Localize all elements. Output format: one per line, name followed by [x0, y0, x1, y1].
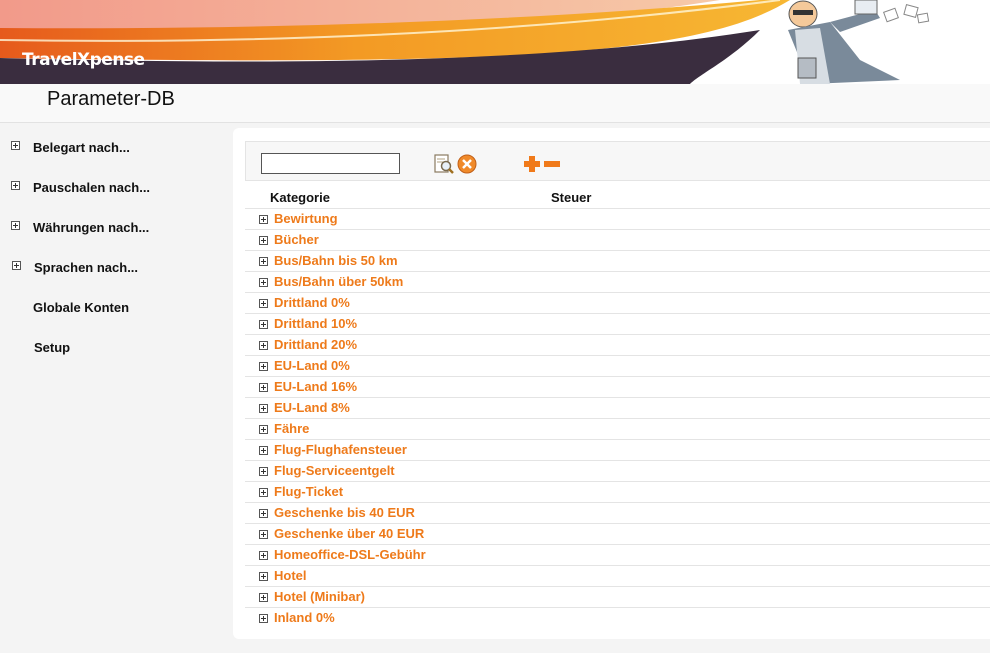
table-row[interactable]: Bewirtung [245, 208, 990, 229]
page-title: Parameter-DB [47, 88, 175, 110]
app-logo: TravelXpense [22, 50, 145, 70]
row-label[interactable]: EU-Land 0% [274, 358, 350, 373]
row-label[interactable]: Bus/Bahn über 50km [274, 274, 403, 289]
table-row[interactable]: Hotel (Minibar) [245, 586, 990, 607]
row-label[interactable]: Bücher [274, 232, 319, 247]
column-header-steuer[interactable]: Steuer [551, 190, 591, 205]
row-label[interactable]: Flug-Flughafensteuer [274, 442, 407, 457]
expand-icon[interactable] [259, 320, 268, 329]
table-row[interactable]: Flug-Ticket [245, 481, 990, 502]
expand-icon[interactable] [259, 572, 268, 581]
table-row[interactable]: Bücher [245, 229, 990, 250]
search-input[interactable] [261, 153, 400, 174]
sidebar-item-globale-konten[interactable]: Globale Konten [0, 288, 230, 328]
sidebar-item-pauschalen[interactable]: Pauschalen nach... [0, 168, 230, 208]
table-row[interactable]: Hotel [245, 565, 990, 586]
remove-icon[interactable] [543, 155, 561, 173]
table-row[interactable]: Homeoffice-DSL-Gebühr [245, 544, 990, 565]
row-label[interactable]: Bus/Bahn bis 50 km [274, 253, 398, 268]
row-label[interactable]: EU-Land 8% [274, 400, 350, 415]
sidebar-item-label[interactable]: Sprachen nach... [34, 260, 138, 275]
row-label[interactable]: Homeoffice-DSL-Gebühr [274, 547, 426, 562]
row-label[interactable]: Hotel [274, 568, 307, 583]
toolbar [245, 141, 990, 181]
add-icon[interactable] [523, 155, 541, 173]
expand-icon[interactable] [12, 261, 21, 270]
table-row[interactable]: Fähre [245, 418, 990, 439]
row-label[interactable]: Inland 0% [274, 610, 335, 625]
expand-icon[interactable] [259, 614, 268, 623]
table-row[interactable]: Flug-Flughafensteuer [245, 439, 990, 460]
table-row[interactable]: Geschenke über 40 EUR [245, 523, 990, 544]
banner-graphic [0, 0, 990, 84]
row-label[interactable]: Bewirtung [274, 211, 338, 226]
expand-icon[interactable] [259, 383, 268, 392]
table-row[interactable]: Inland 0% [245, 607, 990, 628]
expand-icon[interactable] [259, 215, 268, 224]
sidebar-item-waehrungen[interactable]: Währungen nach... [0, 208, 230, 248]
expand-icon[interactable] [259, 425, 268, 434]
page-title-bar: Parameter-DB [0, 84, 990, 123]
row-label[interactable]: Drittland 0% [274, 295, 350, 310]
expand-icon[interactable] [11, 141, 20, 150]
row-label[interactable]: Geschenke über 40 EUR [274, 526, 424, 541]
table-row[interactable]: EU-Land 16% [245, 376, 990, 397]
expand-icon[interactable] [11, 181, 20, 190]
sidebar: Belegart nach... Pauschalen nach... Währ… [0, 128, 230, 368]
table-row[interactable]: EU-Land 0% [245, 355, 990, 376]
row-label[interactable]: Fähre [274, 421, 309, 436]
expand-icon[interactable] [259, 488, 268, 497]
sidebar-item-label[interactable]: Setup [34, 340, 70, 355]
row-label[interactable]: Flug-Serviceentgelt [274, 463, 395, 478]
expand-icon[interactable] [259, 257, 268, 266]
row-label[interactable]: Drittland 10% [274, 316, 357, 331]
row-label[interactable]: Drittland 20% [274, 337, 357, 352]
clear-icon[interactable] [457, 154, 477, 174]
sidebar-item-label[interactable]: Währungen nach... [33, 220, 149, 235]
expand-icon[interactable] [259, 236, 268, 245]
sidebar-item-label[interactable]: Globale Konten [33, 300, 129, 315]
sidebar-item-belegart[interactable]: Belegart nach... [0, 128, 230, 168]
expand-icon[interactable] [259, 593, 268, 602]
table-row[interactable]: Drittland 20% [245, 334, 990, 355]
sidebar-item-setup[interactable]: Setup [0, 328, 230, 368]
table-row[interactable]: EU-Land 8% [245, 397, 990, 418]
expand-icon[interactable] [259, 509, 268, 518]
column-header-kategorie[interactable]: Kategorie [270, 190, 330, 205]
sidebar-item-sprachen[interactable]: Sprachen nach... [0, 248, 230, 288]
table-row[interactable]: Drittland 0% [245, 292, 990, 313]
expand-icon[interactable] [259, 299, 268, 308]
header-banner: TravelXpense [0, 0, 990, 84]
expand-icon[interactable] [259, 467, 268, 476]
expand-icon[interactable] [259, 530, 268, 539]
row-label[interactable]: Hotel (Minibar) [274, 589, 365, 604]
expand-icon[interactable] [11, 221, 20, 230]
expand-icon[interactable] [259, 341, 268, 350]
expand-icon[interactable] [259, 551, 268, 560]
sidebar-item-label[interactable]: Pauschalen nach... [33, 180, 150, 195]
table-row[interactable]: Bus/Bahn bis 50 km [245, 250, 990, 271]
table-row[interactable]: Bus/Bahn über 50km [245, 271, 990, 292]
row-label[interactable]: EU-Land 16% [274, 379, 357, 394]
expand-icon[interactable] [259, 404, 268, 413]
category-list: Bewirtung Bücher Bus/Bahn bis 50 km Bus/Bah… [245, 208, 990, 628]
expand-icon[interactable] [259, 362, 268, 371]
search-icon[interactable] [433, 153, 455, 175]
main-panel: Kategorie Steuer Bewirtung Bücher Bus/Bahn… [233, 128, 990, 639]
table-row[interactable]: Drittland 10% [245, 313, 990, 334]
row-label[interactable]: Geschenke bis 40 EUR [274, 505, 415, 520]
expand-icon[interactable] [259, 446, 268, 455]
sidebar-item-label[interactable]: Belegart nach... [33, 140, 130, 155]
expand-icon[interactable] [259, 278, 268, 287]
table-row[interactable]: Geschenke bis 40 EUR [245, 502, 990, 523]
row-label[interactable]: Flug-Ticket [274, 484, 343, 499]
table-row[interactable]: Flug-Serviceentgelt [245, 460, 990, 481]
